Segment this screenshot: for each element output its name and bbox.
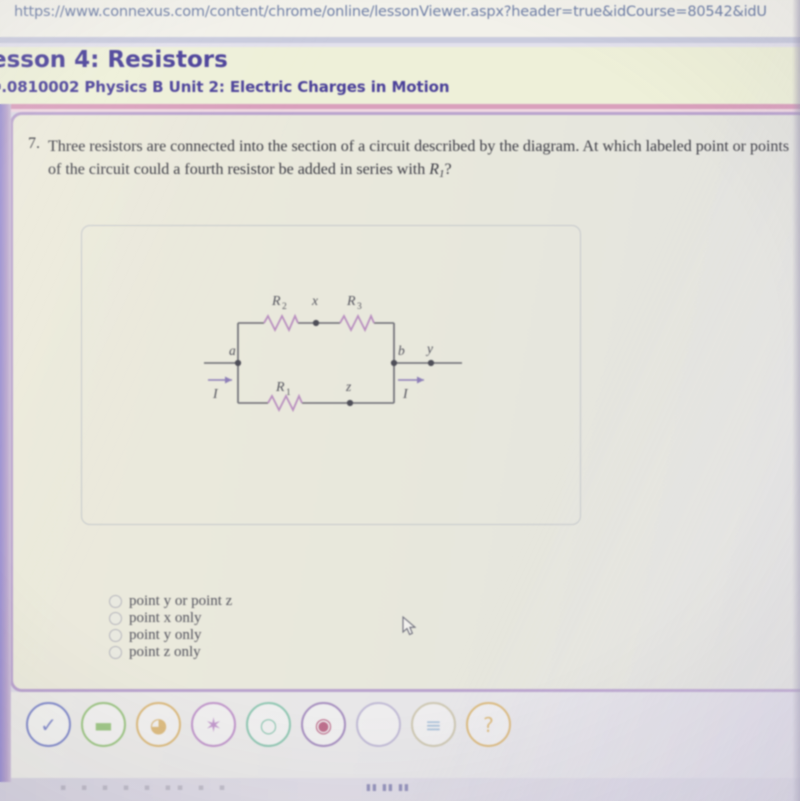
current-arrow-left: [208, 376, 232, 384]
question-variable: R: [429, 161, 439, 178]
mouse-cursor-icon: [402, 616, 417, 636]
screen-photo: https://www.connexus.com/content/chrome/…: [0, 0, 800, 801]
label-z: z: [345, 379, 352, 394]
radio-button-icon[interactable]: [109, 645, 122, 659]
answer-choice-list: point y or point z point x only point y …: [109, 593, 232, 661]
question-text-part2: ?: [444, 161, 452, 178]
answer-choice-3[interactable]: point z only: [109, 644, 232, 660]
label-r3-sub: 3: [357, 302, 362, 312]
os-taskbar[interactable]: ▪ ▪ ▪ ▪ ▪ ▪▪ ▪ ▪ ▮▮ ▮▮ ▮▮: [0, 778, 800, 801]
taskbar-clock: ▮▮ ▮▮ ▮▮: [366, 783, 410, 793]
answer-choice-1[interactable]: point x only: [109, 610, 232, 626]
label-current-right: I: [402, 387, 409, 402]
header-rule-shadow: [0, 109, 800, 112]
circuit-svg: R 2 x R 3 a b y R 1 z I I: [204, 293, 462, 413]
question-text-part1: Three resistors are connected into the s…: [48, 138, 790, 178]
label-b: b: [398, 343, 405, 358]
lesson-subtitle: 0.0810002 Physics B Unit 2: Electric Cha…: [0, 78, 450, 96]
bottom-icon-tray: ✓ ▬ ◕ ✶ ○ ◉ ≡ ?: [0, 692, 800, 778]
answer-choice-label[interactable]: point y or point z: [129, 593, 232, 610]
lesson-header: esson 4: Resistors 0.0810002 Physics B U…: [0, 47, 800, 104]
radio-button-icon[interactable]: [109, 611, 122, 625]
radio-button-icon[interactable]: [109, 594, 122, 608]
target-icon[interactable]: ◉: [301, 702, 346, 747]
tray-icon-row: ✓ ▬ ◕ ✶ ○ ◉ ≡ ?: [26, 702, 511, 747]
label-y: y: [425, 341, 433, 356]
note-icon[interactable]: ≡: [411, 702, 456, 747]
label-a: a: [229, 343, 236, 358]
label-r1-sub: 1: [286, 388, 291, 398]
node-a-dot: [234, 359, 242, 367]
resistor-r1-symbol: [267, 393, 303, 413]
taskbar-items[interactable]: ▪ ▪ ▪ ▪ ▪ ▪▪ ▪ ▪: [60, 783, 480, 795]
lightbulb-icon[interactable]: ○: [246, 702, 291, 747]
page-left-edge: [0, 104, 11, 782]
blank-icon[interactable]: [356, 702, 401, 747]
question-card: 7. Three resistors are connected into th…: [10, 112, 800, 692]
label-x: x: [311, 293, 318, 308]
circuit-diagram: R 2 x R 3 a b y R 1 z I I: [202, 281, 482, 441]
label-r3: R: [346, 294, 356, 309]
book-icon[interactable]: ▬: [81, 702, 126, 747]
hand-icon[interactable]: ◕: [136, 702, 181, 747]
answer-choice-label[interactable]: point y only: [129, 627, 202, 644]
label-r2: R: [271, 294, 281, 309]
radio-button-icon[interactable]: [109, 628, 122, 642]
resistor-r3-symbol: [339, 313, 375, 333]
answer-choice-2[interactable]: point y only: [109, 627, 232, 643]
help-icon[interactable]: ?: [466, 702, 511, 747]
resistor-r2-symbol: [263, 313, 299, 333]
url-text[interactable]: https://www.connexus.com/content/chrome/…: [14, 4, 767, 20]
question-text: Three resistors are connected into the s…: [48, 135, 800, 186]
answer-choice-label[interactable]: point x only: [129, 610, 202, 627]
answer-choice-0[interactable]: point y or point z: [109, 593, 232, 609]
lesson-title: esson 4: Resistors: [0, 47, 228, 73]
label-r2-sub: 2: [282, 302, 287, 312]
current-arrow-right: [398, 376, 424, 384]
browser-url-bar[interactable]: https://www.connexus.com/content/chrome/…: [0, 0, 800, 37]
node-x-dot: [312, 319, 320, 327]
star-icon[interactable]: ✶: [191, 702, 236, 747]
diagram-panel: R 2 x R 3 a b y R 1 z I I: [81, 225, 581, 636]
node-z-dot: [346, 399, 354, 407]
node-y-dot: [427, 359, 435, 367]
answer-choice-label[interactable]: point z only: [129, 644, 201, 661]
label-r1: R: [275, 380, 285, 395]
checkmark-icon[interactable]: ✓: [26, 702, 71, 747]
node-b-dot: [390, 359, 398, 367]
label-current-left: I: [212, 387, 219, 402]
question-number: 7.: [28, 135, 40, 152]
